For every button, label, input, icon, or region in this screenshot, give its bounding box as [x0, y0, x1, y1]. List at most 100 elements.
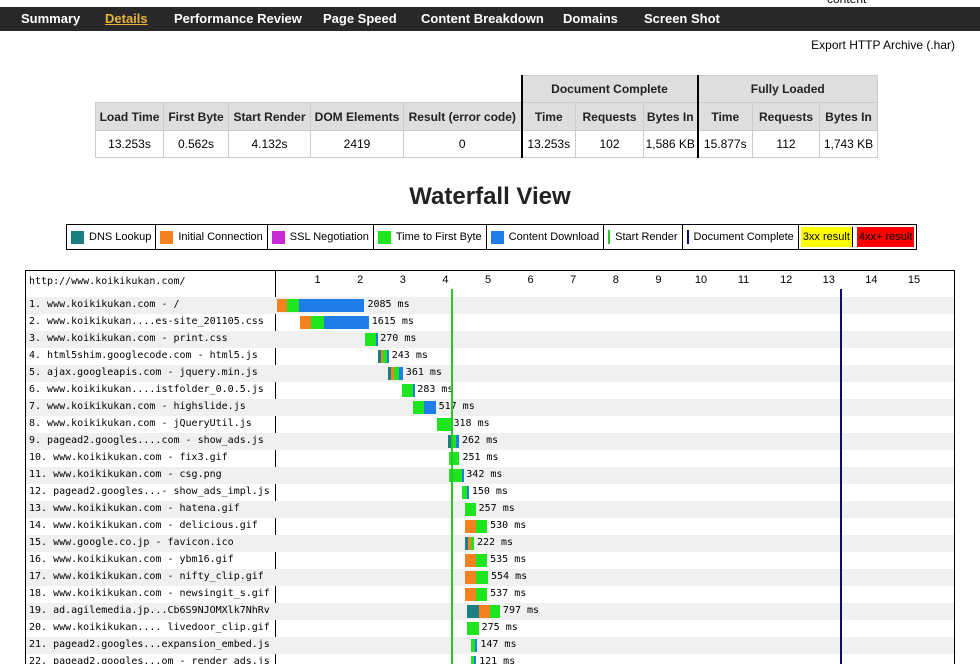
request-duration: 342 ms — [466, 469, 503, 480]
request-row[interactable]: 3. www.koikikukan.com - print.css 270 ms — [26, 331, 954, 348]
tab-details[interactable]: Details — [105, 7, 148, 31]
request-row[interactable]: 17. www.koikikukan.com - nifty_clip.gif 5… — [26, 569, 954, 586]
request-row[interactable]: 14. www.koikikukan.com - delicious.gif 53… — [26, 518, 954, 535]
timing-bar-ttfb — [476, 571, 488, 584]
tab-domains[interactable]: Domains — [563, 7, 618, 31]
request-row[interactable]: 13. www.koikikukan.com - hatena.gif 257 m… — [26, 501, 954, 518]
legend-label: 3xx result — [802, 231, 850, 243]
request-label: 19. ad.agilemedia.jp...Cb6S9NJOMXlk7NhRv — [29, 605, 270, 616]
legend-swatch — [377, 230, 391, 244]
timing-bar-conn — [464, 520, 477, 533]
col-result: Result (error code) — [403, 102, 522, 131]
tab-content-breakdown[interactable]: Content Breakdown — [421, 7, 544, 31]
legend-line-marker — [608, 230, 611, 244]
tick-label: 1 — [314, 274, 321, 286]
tick-label: 15 — [907, 274, 921, 286]
request-row[interactable]: 16. www.koikikukan.com - ybm16.gif 535 ms — [26, 552, 954, 569]
timing-bar-conn — [464, 588, 477, 601]
nav-bar: Summary Details Performance Review Page … — [0, 7, 980, 31]
request-row[interactable]: 18. www.koikikukan.com - newsingit_s.gif… — [26, 586, 954, 603]
group-fully-loaded: Fully Loaded — [696, 75, 878, 103]
request-row[interactable]: 2. www.koikikukan....es-site_201105.css 1… — [26, 314, 954, 331]
timing-bar-ttfb — [286, 299, 299, 312]
timing-bar-dl — [456, 435, 460, 448]
request-row[interactable]: 1. www.koikikukan.com - / 2085 ms — [26, 297, 954, 314]
request-label: 14. www.koikikukan.com - delicious.gif — [29, 520, 258, 531]
request-row[interactable]: 20. www.koikikukan.... livedoor_clip.gif… — [26, 620, 954, 637]
timing-bar-ttfb — [464, 503, 476, 516]
tick-label: 5 — [484, 274, 492, 286]
timing-bar-ttfb — [311, 316, 324, 329]
timing-bar-conn — [478, 605, 491, 618]
tab-page-speed[interactable]: Page Speed — [323, 7, 397, 31]
timing-bar-conn — [277, 299, 287, 312]
tab-summary[interactable]: Summary — [21, 7, 80, 31]
request-row[interactable]: 9. pagead2.googles....com - show_ads.js 2… — [26, 433, 954, 450]
tick-label: 10 — [694, 274, 708, 286]
timing-bar-ttfb — [470, 537, 474, 550]
legend-label: Content Download — [508, 231, 600, 243]
request-label: 4. html5shim.googlecode.com - html5.js — [29, 350, 258, 361]
legend-item: 4xx+ result — [856, 227, 915, 247]
request-row[interactable]: 10. www.koikikukan.com - fix3.gif 251 ms — [26, 450, 954, 467]
legend-swatch — [71, 230, 84, 244]
legend-item: 3xx result — [800, 227, 853, 247]
export-har-link[interactable]: Export HTTP Archive (.har) — [811, 38, 955, 52]
request-row[interactable]: 7. www.koikikukan.com - highslide.js 517 … — [26, 399, 954, 416]
timing-bar-dl — [474, 656, 477, 664]
tick-label: 4 — [442, 274, 449, 286]
legend-item: SSL Negotiation — [268, 225, 374, 249]
request-label: 12. pagead2.googles...- show_ads_impl.js — [29, 486, 270, 497]
partial-header-text: content — [827, 0, 866, 6]
summary-table: Document Complete Fully Loaded Load Time… — [95, 75, 878, 158]
waterfall-page-url: http://www.koikikukan.com/ — [29, 276, 186, 287]
request-row[interactable]: 8. www.koikikukan.com - jQueryUtil.js 318… — [26, 416, 954, 433]
tick-label: 14 — [865, 274, 878, 286]
legend-item: Content Download — [487, 225, 605, 249]
val-dom-elements: 2419 — [310, 130, 404, 158]
timing-bar-ttfb — [436, 418, 451, 431]
legend-line-marker — [686, 230, 689, 244]
legend-item: Time to First Byte — [374, 225, 487, 249]
request-label: 18. www.koikikukan.com - newsingit_s.gif — [29, 588, 270, 599]
request-duration: 257 ms — [478, 503, 515, 514]
tab-screen-shot[interactable]: Screen Shot — [644, 7, 720, 31]
val-doc-time: 13.253s — [520, 130, 576, 158]
timing-bar-ttfb — [490, 605, 500, 618]
col-doc-time: Time — [520, 102, 576, 131]
tab-performance-review[interactable]: Performance Review — [174, 7, 302, 31]
request-duration: 318 ms — [453, 418, 490, 429]
request-row[interactable]: 19. ad.agilemedia.jp...Cb6S9NJOMXlk7NhRv… — [26, 603, 954, 620]
tick-label: 3 — [399, 274, 406, 286]
request-row[interactable]: 5. ajax.googleapis.com - jquery.min.js 36… — [26, 365, 954, 382]
request-row[interactable]: 21. pagead2.googles...expansion_embed.js… — [26, 637, 954, 654]
request-label: 20. www.koikikukan.... livedoor_clip.gif — [29, 622, 270, 633]
request-duration: 251 ms — [462, 452, 499, 463]
tick-label: 13 — [822, 274, 835, 286]
col-full-bytes: Bytes In — [819, 102, 878, 131]
col-doc-bytes: Bytes In — [643, 102, 698, 131]
request-row[interactable]: 12. pagead2.googles...- show_ads_impl.js… — [26, 484, 954, 501]
val-result: 0 — [403, 130, 522, 158]
waterfall-chart: http://www.koikikukan.com/ 1 2 3 4 5 6 7 8 9 10 11… — [25, 270, 955, 664]
request-label: 11. www.koikikukan.com - csg.png — [29, 469, 222, 480]
request-row[interactable]: 4. html5shim.googlecode.com - html5.js 24… — [26, 348, 954, 365]
val-doc-bytes: 1,586 KB — [643, 130, 698, 158]
col-first-byte: First Byte — [163, 102, 229, 131]
request-duration: 530 ms — [490, 520, 527, 531]
timing-bar-dl — [298, 299, 365, 312]
legend-label: SSL Negotiation — [289, 231, 369, 243]
request-duration: 361 ms — [405, 367, 442, 378]
timing-bar-ttfb — [466, 622, 479, 635]
document-complete-line — [839, 289, 842, 664]
request-label: 21. pagead2.googles...expansion_embed.js — [29, 639, 270, 650]
request-row[interactable]: 22. pagead2.googles...om - render_ads.js… — [26, 654, 954, 664]
timing-bar-dl — [424, 401, 436, 414]
request-row[interactable]: 11. www.koikikukan.com - csg.png 342 ms — [26, 467, 954, 484]
request-row[interactable]: 15. www.google.co.jp - favicon.ico 222 ms — [26, 535, 954, 552]
timing-bar-ttfb — [365, 333, 377, 346]
legend-label: Initial Connection — [178, 231, 263, 243]
request-row[interactable]: 6. www.koikikukan....istfolder_0.0.5.js 2… — [26, 382, 954, 399]
timing-bar-dl — [376, 333, 379, 346]
legend-label: Time to First Byte — [395, 231, 482, 243]
